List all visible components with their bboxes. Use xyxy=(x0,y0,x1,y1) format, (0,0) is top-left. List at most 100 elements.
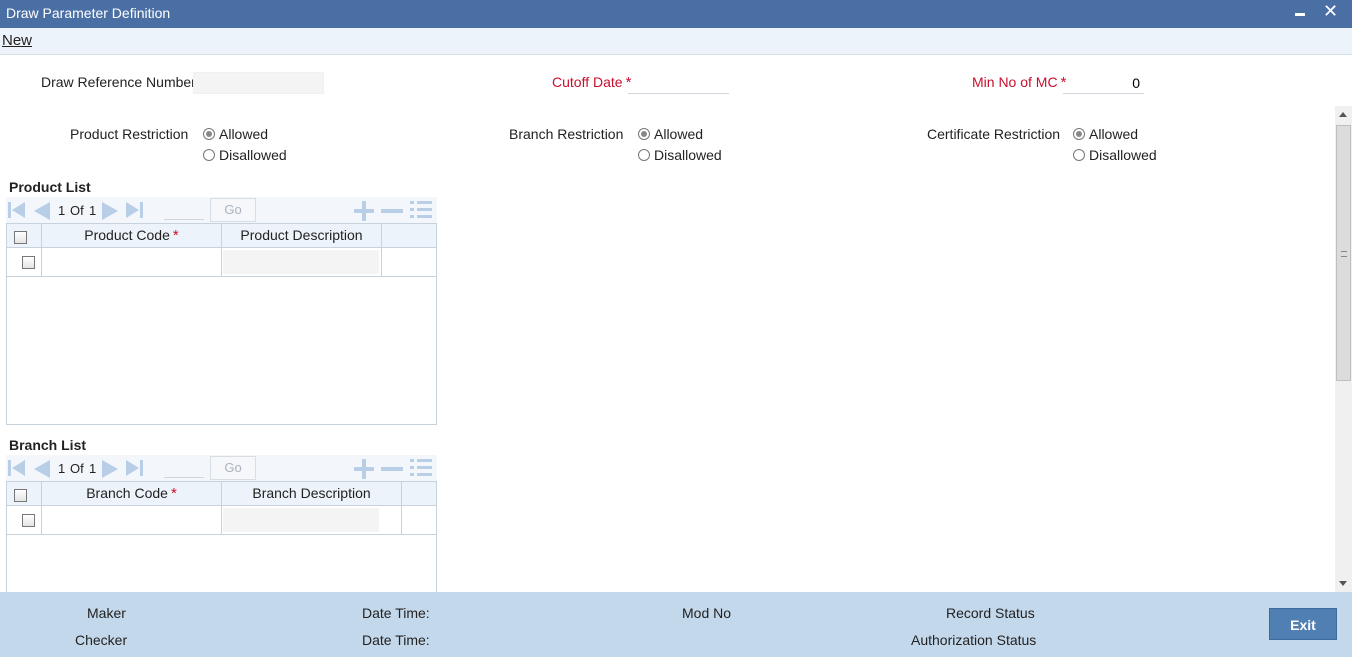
row-checkbox[interactable] xyxy=(22,514,35,527)
column-header-branch-description[interactable]: Branch Description xyxy=(222,482,402,506)
go-button[interactable]: Go xyxy=(210,456,256,480)
branch-restriction-disallowed-radio[interactable]: Disallowed xyxy=(638,147,722,163)
radio-label: Disallowed xyxy=(654,147,722,163)
min-no-of-mc-label-text: Min No of MC xyxy=(972,74,1058,90)
radio-dot-icon xyxy=(1073,149,1085,161)
cutoff-date-label: Cutoff Date * xyxy=(552,74,631,91)
product-description-cell xyxy=(222,248,382,277)
draw-reference-number-field[interactable] xyxy=(193,72,324,94)
delete-row-icon[interactable] xyxy=(381,201,403,219)
select-all-checkbox[interactable] xyxy=(14,489,27,502)
radio-label: Allowed xyxy=(654,126,704,142)
product-code-cell xyxy=(42,248,222,277)
branch-description-cell xyxy=(222,506,402,535)
min-no-of-mc-label: Min No of MC * xyxy=(972,74,1066,91)
branch-code-cell xyxy=(42,506,222,535)
product-description-readonly xyxy=(223,250,379,274)
column-header-branch-code[interactable]: Branch Code * xyxy=(42,482,222,506)
product-restriction-allowed-radio[interactable]: Allowed xyxy=(203,126,268,142)
required-star: * xyxy=(170,485,177,502)
maker-date-time-label: Date Time: xyxy=(362,605,430,621)
last-page-icon[interactable] xyxy=(126,202,144,218)
product-list-toolbar: 1 Of 1 Go xyxy=(6,197,437,223)
certificate-restriction-label: Certificate Restriction xyxy=(927,126,1061,142)
branch-code-input[interactable] xyxy=(44,509,218,531)
radio-label: Allowed xyxy=(1089,126,1139,142)
page-number-input[interactable] xyxy=(164,458,204,478)
empty-cell xyxy=(402,506,436,535)
certificate-restriction-disallowed-radio[interactable]: Disallowed xyxy=(1073,147,1157,163)
close-icon[interactable]: ✕ xyxy=(1323,1,1338,22)
radio-dot-icon xyxy=(203,149,215,161)
audit-footer: Maker Checker Date Time: Date Time: Mod … xyxy=(0,592,1352,657)
grid-header: Branch Code * Branch Description xyxy=(7,482,436,506)
column-header-label: Branch Description xyxy=(252,485,371,501)
scroll-up-icon[interactable] xyxy=(1339,112,1347,117)
scroll-down-icon[interactable] xyxy=(1339,581,1347,586)
page-of-label: Of xyxy=(70,461,84,476)
select-all-cell xyxy=(7,482,42,506)
first-page-icon[interactable] xyxy=(8,460,26,476)
checker-label: Checker xyxy=(75,632,128,648)
product-restriction-label: Product Restriction xyxy=(70,126,189,142)
mod-no-label: Mod No xyxy=(682,605,732,621)
single-view-icon[interactable] xyxy=(410,200,432,220)
authorization-status-label: Authorization Status xyxy=(911,632,1037,648)
cutoff-date-label-text: Cutoff Date xyxy=(552,74,623,90)
required-star: * xyxy=(172,227,179,244)
radio-dot-icon xyxy=(1073,128,1085,140)
last-page-icon[interactable] xyxy=(126,460,144,476)
radio-dot-icon xyxy=(638,149,650,161)
min-no-of-mc-field[interactable] xyxy=(1063,72,1144,94)
select-all-cell xyxy=(7,224,42,248)
current-page: 1 xyxy=(58,203,66,218)
next-page-icon[interactable] xyxy=(102,460,120,478)
page-number-input[interactable] xyxy=(164,200,204,220)
scroll-thumb[interactable] xyxy=(1336,125,1351,381)
row-select-cell xyxy=(7,506,42,535)
window-titlebar: Draw Parameter Definition ✕ xyxy=(0,0,1352,28)
new-link[interactable]: New xyxy=(2,32,32,49)
radio-label: Disallowed xyxy=(1089,147,1157,163)
page-of-label: Of xyxy=(70,203,84,218)
product-restriction-disallowed-radio[interactable]: Disallowed xyxy=(203,147,287,163)
delete-row-icon[interactable] xyxy=(381,459,403,477)
maker-label: Maker xyxy=(87,605,126,621)
previous-page-icon[interactable] xyxy=(32,460,50,478)
branch-list-title: Branch List xyxy=(9,437,87,453)
exit-button[interactable]: Exit xyxy=(1269,608,1337,640)
branch-restriction-label: Branch Restriction xyxy=(509,126,624,142)
total-pages: 1 xyxy=(89,203,97,218)
column-header-label: Product Code xyxy=(84,227,170,243)
product-list-grid: Product Code * Product Description xyxy=(6,223,437,425)
row-checkbox[interactable] xyxy=(22,256,35,269)
add-row-icon[interactable] xyxy=(354,201,374,221)
column-header-label: Branch Code xyxy=(86,485,168,501)
next-page-icon[interactable] xyxy=(102,202,120,220)
window-title: Draw Parameter Definition xyxy=(6,5,171,21)
record-status-label: Record Status xyxy=(946,605,1035,621)
radio-dot-icon xyxy=(203,128,215,140)
empty-cell xyxy=(382,248,436,277)
column-header-product-code[interactable]: Product Code * xyxy=(42,224,222,248)
select-all-checkbox[interactable] xyxy=(14,231,27,244)
branch-restriction-allowed-radio[interactable]: Allowed xyxy=(638,126,703,142)
single-view-icon[interactable] xyxy=(410,458,432,478)
product-code-input[interactable] xyxy=(44,251,218,273)
row-select-cell xyxy=(7,248,42,277)
draw-reference-number-label: Draw Reference Number xyxy=(41,74,196,90)
grip-icon xyxy=(1341,251,1347,257)
table-row xyxy=(7,248,436,277)
first-page-icon[interactable] xyxy=(8,202,26,218)
vertical-scrollbar[interactable] xyxy=(1335,106,1352,592)
certificate-restriction-allowed-radio[interactable]: Allowed xyxy=(1073,126,1138,142)
branch-description-readonly xyxy=(223,508,379,532)
column-header-product-description[interactable]: Product Description xyxy=(222,224,382,248)
add-row-icon[interactable] xyxy=(354,459,374,479)
branch-list-grid: Branch Code * Branch Description xyxy=(6,481,437,592)
previous-page-icon[interactable] xyxy=(32,202,50,220)
cutoff-date-field[interactable] xyxy=(628,72,729,94)
go-button[interactable]: Go xyxy=(210,198,256,222)
form-content: Draw Reference Number Cutoff Date * Min N… xyxy=(0,56,1335,592)
minimize-icon[interactable] xyxy=(1294,4,1308,24)
